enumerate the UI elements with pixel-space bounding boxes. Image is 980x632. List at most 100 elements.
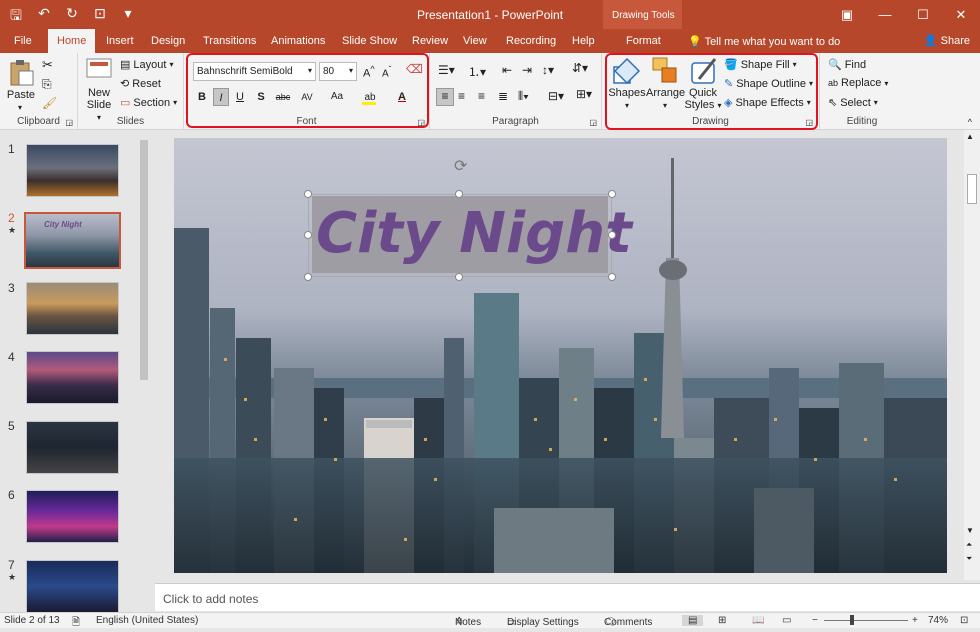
slide-thumbnail-6[interactable] (26, 490, 119, 543)
columns-icon[interactable]: ⫴▾ (518, 89, 529, 104)
tab-review[interactable]: Review (412, 35, 448, 47)
thumb-2-title: City Night (44, 220, 82, 229)
tab-home[interactable]: Home (48, 29, 96, 53)
new-slide-icon[interactable] (86, 57, 112, 79)
tab-file[interactable]: File (14, 35, 32, 47)
zoom-in-icon[interactable]: + (912, 615, 918, 626)
new-slide-label-2: Slide (86, 99, 112, 111)
resize-handle-ne[interactable] (608, 190, 616, 198)
align-right-icon[interactable]: ≡ (478, 89, 485, 103)
language-status[interactable]: English (United States) (96, 615, 198, 626)
clipboard-launcher-icon[interactable]: ◲ (65, 118, 73, 127)
reset-icon: ⟲ (120, 78, 130, 90)
paste-button[interactable]: Paste (6, 89, 36, 101)
drawing-highlight-box (605, 53, 818, 130)
justify-icon[interactable]: ≣ (498, 89, 508, 103)
resize-handle-sw[interactable] (304, 273, 312, 281)
lightbulb-icon: 💡 (688, 36, 702, 48)
slide-title[interactable]: City Night (316, 204, 632, 264)
slide-thumbnail-1[interactable] (26, 144, 119, 197)
resize-handle-nw[interactable] (304, 190, 312, 198)
scroll-down-icon[interactable]: ▼ (966, 526, 974, 535)
rotate-handle-icon[interactable]: ⟳ (454, 156, 467, 176)
slide-sorter-icon[interactable]: ⊞ (718, 615, 726, 626)
next-slide-icon[interactable]: ⏷ (966, 554, 972, 564)
cursor-icon: ⇖ (828, 97, 838, 109)
resize-handle-w[interactable] (304, 231, 312, 239)
slide-thumbnail-4[interactable] (26, 351, 119, 404)
find-button[interactable]: 🔍 Find (828, 58, 866, 72)
tab-transitions[interactable]: Transitions (203, 35, 256, 47)
align-text-icon[interactable]: ⊟▾ (548, 89, 564, 103)
zoom-out-icon[interactable]: − (812, 615, 818, 626)
share-button[interactable]: 👤 Share (924, 34, 970, 47)
slide-thumbnail-3[interactable] (26, 282, 119, 335)
collapse-ribbon-icon[interactable]: ^ (968, 117, 972, 127)
previous-slide-icon[interactable]: ⏶ (966, 540, 972, 550)
tab-animations[interactable]: Animations (271, 35, 325, 47)
paste-dropdown-icon[interactable]: ▾ (18, 103, 22, 112)
thumbnail-scroll-thumb[interactable] (140, 140, 148, 380)
notes-placeholder: Click to add notes (163, 592, 259, 606)
align-center-icon[interactable]: ≡ (458, 89, 465, 103)
tab-slide-show[interactable]: Slide Show (342, 35, 397, 47)
ribbon-display-icon[interactable]: ▣ (828, 0, 866, 29)
fit-to-window-icon[interactable]: ⊡ (960, 615, 968, 626)
align-left-icon[interactable]: ≡ (436, 88, 454, 106)
maximize-button[interactable]: ☐ (904, 0, 942, 29)
zoom-slider-track[interactable] (824, 620, 908, 621)
slide-scroll-thumb[interactable] (967, 174, 977, 204)
smartart-icon[interactable]: ⊞▾ (576, 87, 592, 101)
resize-handle-e[interactable] (608, 231, 616, 239)
line-spacing-icon[interactable]: ↕▾ (542, 63, 554, 77)
zoom-level[interactable]: 74% (928, 615, 948, 626)
paste-icon[interactable] (8, 59, 34, 87)
paragraph-launcher-icon[interactable]: ◲ (589, 118, 597, 127)
slide-thumbnail-5[interactable] (26, 421, 119, 474)
select-button[interactable]: ⇖ Select ▾ (828, 96, 878, 110)
slide-thumbnail-2[interactable]: City Night (24, 212, 121, 269)
tab-help[interactable]: Help (572, 35, 595, 47)
replace-button[interactable]: ab Replace ▾ (828, 77, 888, 89)
decrease-indent-icon[interactable]: ⇤ (502, 63, 512, 77)
font-highlight-box (186, 53, 429, 128)
thumb-star-2: ★ (8, 225, 17, 235)
cut-icon[interactable]: ✂ (42, 57, 53, 73)
slide-scrollbar[interactable]: ▲ ▼ ⏶ ⏷ (964, 130, 980, 580)
tell-me-search[interactable]: 💡 Tell me what you want to do (688, 35, 840, 48)
bullets-icon[interactable]: ☰▾ (438, 63, 455, 77)
resize-handle-n[interactable] (455, 190, 463, 198)
resize-handle-s[interactable] (455, 273, 463, 281)
section-button[interactable]: ▭ Section ▾ (120, 96, 177, 110)
tab-design[interactable]: Design (151, 35, 185, 47)
status-bar: Slide 2 of 13 🗎 English (United States) … (0, 612, 980, 628)
format-painter-icon[interactable]: 🖌 (42, 96, 57, 110)
copy-icon[interactable]: ⎘ (42, 77, 52, 92)
slide-canvas[interactable]: City Night ⟳ (174, 138, 947, 573)
text-direction-icon[interactable]: ⇵▾ (572, 61, 588, 75)
layout-button[interactable]: ▤ Layout ▾ (120, 58, 173, 72)
slide-count: Slide 2 of 13 (4, 615, 60, 626)
ribbon-tabs: File Home Insert Design Transitions Anim… (0, 29, 980, 53)
spellcheck-icon[interactable]: 🗎 (72, 615, 80, 632)
notes-pane[interactable]: Click to add notes (155, 583, 980, 611)
slide-thumbnail-7[interactable] (26, 560, 119, 613)
tab-recording[interactable]: Recording (506, 35, 556, 47)
resize-handle-se[interactable] (608, 273, 616, 281)
window-controls: ▣ — ☐ ✕ (828, 0, 980, 29)
increase-indent-icon[interactable]: ⇥ (522, 63, 532, 77)
thumbnail-scrollbar[interactable] (137, 130, 151, 612)
minimize-button[interactable]: — (866, 0, 904, 29)
slideshow-view-icon[interactable]: ▭ (782, 615, 791, 626)
clipboard-group: Paste ▾ ✂ ⎘ 🖌 Clipboard ◲ (0, 53, 78, 130)
tab-insert[interactable]: Insert (106, 35, 134, 47)
reset-button[interactable]: ⟲ Reset (120, 77, 161, 91)
close-button[interactable]: ✕ (942, 0, 980, 29)
reading-view-icon[interactable]: 📖 (752, 615, 764, 626)
tab-view[interactable]: View (463, 35, 487, 47)
scroll-up-icon[interactable]: ▲ (966, 132, 974, 141)
zoom-slider-thumb[interactable] (850, 615, 854, 625)
normal-view-icon[interactable]: ▤ (682, 615, 704, 626)
numbering-icon[interactable]: ⒈▾ (468, 63, 486, 80)
tab-format[interactable]: Format (626, 35, 661, 47)
